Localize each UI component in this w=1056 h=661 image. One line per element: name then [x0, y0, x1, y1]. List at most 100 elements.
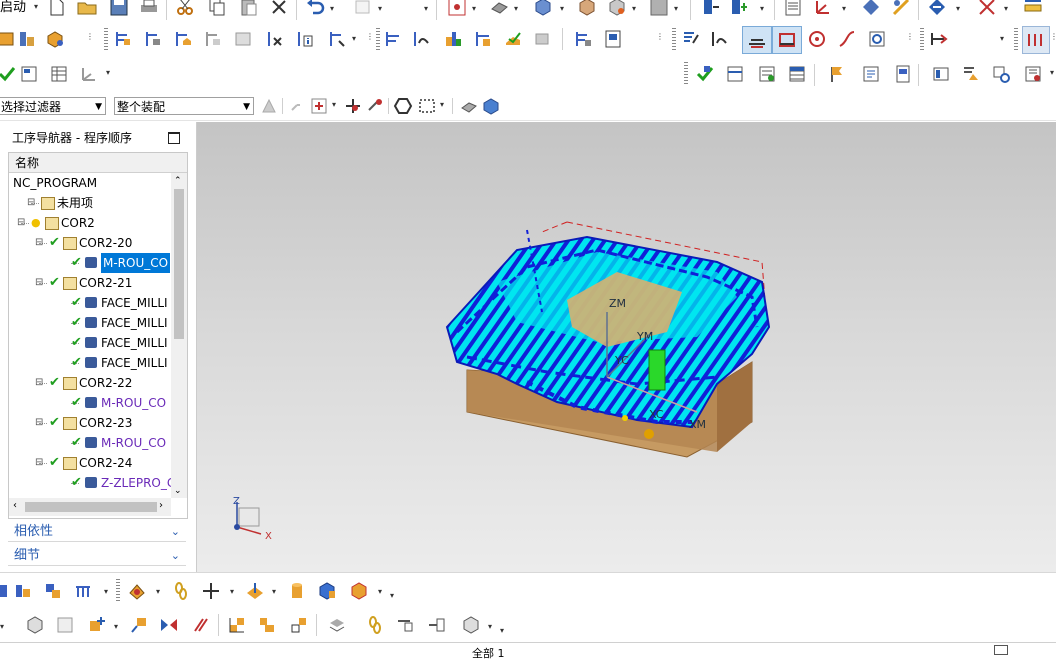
machine-code-icon[interactable] [1022, 26, 1050, 54]
pattern-icon[interactable] [190, 614, 212, 636]
row2-overflow-5[interactable]: ⋮ [1050, 32, 1056, 41]
undo-dropdown-icon[interactable]: ▾ [330, 4, 337, 13]
background-color-icon[interactable] [648, 0, 670, 18]
bottom-overflow-1[interactable]: ▾ [390, 591, 397, 600]
replay-toolpath-icon[interactable] [410, 28, 432, 50]
create-geometry-icon[interactable] [172, 28, 194, 50]
bottom-dropdown-b[interactable]: ▾ [0, 622, 7, 631]
dependencies-panel[interactable]: 相依性 ⌄ [8, 522, 186, 542]
move-dropdown-icon[interactable]: ▾ [760, 4, 767, 13]
row2-overflow-4[interactable]: ⋮ [906, 32, 914, 41]
cut-icon[interactable] [174, 0, 196, 18]
operation-info-icon[interactable] [294, 28, 316, 50]
view-triad-icon[interactable] [606, 0, 628, 18]
tool-axis-icon[interactable] [928, 28, 950, 50]
material-removal-icon[interactable] [1022, 63, 1044, 85]
repeat-command-icon[interactable] [352, 0, 374, 18]
collapse-icon[interactable]: ⊟ [35, 273, 43, 293]
group-row[interactable]: ⊟ ✔ COR2-20 [9, 233, 171, 253]
document-icon[interactable] [892, 63, 914, 85]
approve-check-icon[interactable] [0, 63, 18, 85]
group-row[interactable]: ⊟ ✔ COR2-22 [9, 373, 171, 393]
collapse-icon[interactable]: ⊟ [27, 193, 35, 213]
collapse-icon[interactable]: ⊟ [35, 233, 43, 253]
coordinate-triad-icon[interactable] [78, 63, 100, 85]
table-view-icon[interactable] [786, 63, 808, 85]
add-existing-icon[interactable] [86, 614, 108, 636]
gouge-check-icon[interactable] [502, 28, 524, 50]
measure-dropdown-icon[interactable]: ▾ [1004, 4, 1011, 13]
render-style-icon[interactable] [488, 0, 510, 18]
create-program-icon[interactable] [112, 28, 134, 50]
row3-dropdown-b[interactable]: ▾ [1050, 68, 1056, 77]
start-menu[interactable]: 启动 [0, 0, 26, 15]
component-move-icon[interactable] [54, 614, 76, 636]
row3-dropdown-a[interactable]: ▾ [106, 68, 113, 77]
cylinder-icon[interactable] [286, 580, 308, 602]
palette-dropdown-icon[interactable]: ▾ [156, 587, 163, 596]
scroll-down-icon[interactable]: ⌄ [174, 486, 182, 496]
delete-icon[interactable] [268, 0, 290, 18]
feed-speed-icon[interactable] [960, 63, 982, 85]
scroll-up-icon[interactable]: ⌃ [174, 176, 182, 186]
point-tool-icon[interactable] [364, 95, 386, 117]
reference-set-icon[interactable] [42, 580, 64, 602]
add-dropdown-icon[interactable]: ▾ [114, 622, 121, 631]
replace-icon[interactable] [288, 614, 310, 636]
open-folder-icon[interactable] [76, 0, 98, 18]
hexagon-select-icon[interactable] [392, 95, 414, 117]
block-icon[interactable] [316, 580, 338, 602]
group-row[interactable]: ⊟ ✔ COR2-21 [9, 273, 171, 293]
palette-icon[interactable] [126, 580, 148, 602]
mirror-icon[interactable] [158, 614, 180, 636]
operation-row[interactable]: ✔ M-ROU_CO [9, 253, 171, 273]
snap-point-disabled-icon[interactable] [288, 95, 310, 117]
create-operation-icon[interactable] [232, 28, 254, 50]
operation-row[interactable]: ✔ FACE_MILLI [9, 313, 171, 333]
group-row[interactable]: ⊟ ● COR2 [9, 213, 171, 233]
tree-root[interactable]: NC_PROGRAM [9, 173, 171, 193]
row2-overflow-2[interactable]: ⋮ [366, 32, 374, 41]
interpart-icon[interactable] [426, 614, 448, 636]
add-component-icon[interactable] [12, 580, 34, 602]
shaded-dropdown-icon[interactable]: ▾ [560, 4, 567, 13]
geometry-icon[interactable] [44, 28, 66, 50]
toolbar-overflow-1[interactable]: ▾ [424, 4, 431, 13]
copy-icon[interactable] [206, 0, 228, 18]
measure-angle-icon[interactable] [976, 0, 998, 18]
scroll-left-icon[interactable]: ‹ [13, 500, 17, 511]
box-pattern-icon[interactable] [348, 580, 370, 602]
transform-icon[interactable] [532, 28, 554, 50]
component-stack-icon[interactable] [24, 614, 46, 636]
assembly-scope-select[interactable]: 整个装配 ▼ [114, 97, 254, 115]
maximize-icon[interactable] [168, 132, 180, 144]
chain-link-icon[interactable] [170, 580, 192, 602]
selection-filter-select[interactable]: 选择过滤器 ▼ [0, 97, 106, 115]
start-dropdown-icon[interactable]: ▾ [34, 2, 41, 11]
horizontal-scrollbar[interactable]: ‹ › [9, 498, 171, 516]
chevron-down-icon[interactable]: ⌄ [171, 546, 180, 566]
machining-time-icon[interactable] [990, 63, 1012, 85]
move-object-icon[interactable] [728, 0, 750, 18]
feature-icon[interactable] [866, 28, 888, 50]
paste-icon[interactable] [238, 0, 260, 18]
fit-view-icon[interactable] [446, 0, 468, 18]
collapse-icon[interactable]: ⊟ [35, 453, 43, 473]
scroll-thumb[interactable] [174, 189, 184, 339]
output-cl-icon[interactable] [326, 28, 348, 50]
batch-edit-icon[interactable] [756, 63, 778, 85]
mate-icon[interactable] [128, 614, 150, 636]
verify-all-icon[interactable] [694, 63, 716, 85]
group-row[interactable]: ⊟ ✔ COR2-24 [9, 453, 171, 473]
operation-row[interactable]: ✔ M-ROU_CO [9, 393, 171, 413]
point-on-curve-icon[interactable] [342, 95, 364, 117]
group-view-icon[interactable] [724, 63, 746, 85]
column-header-name[interactable]: 名称 [9, 153, 187, 173]
body-select-icon[interactable] [480, 95, 502, 117]
constraint-icon[interactable] [226, 614, 248, 636]
row2-dropdown-b[interactable]: ▾ [1000, 34, 1007, 43]
component-select-icon[interactable] [458, 95, 480, 117]
rectangle-select-icon[interactable] [416, 95, 438, 117]
snap-icon[interactable] [860, 0, 882, 18]
create-method-icon[interactable] [202, 28, 224, 50]
